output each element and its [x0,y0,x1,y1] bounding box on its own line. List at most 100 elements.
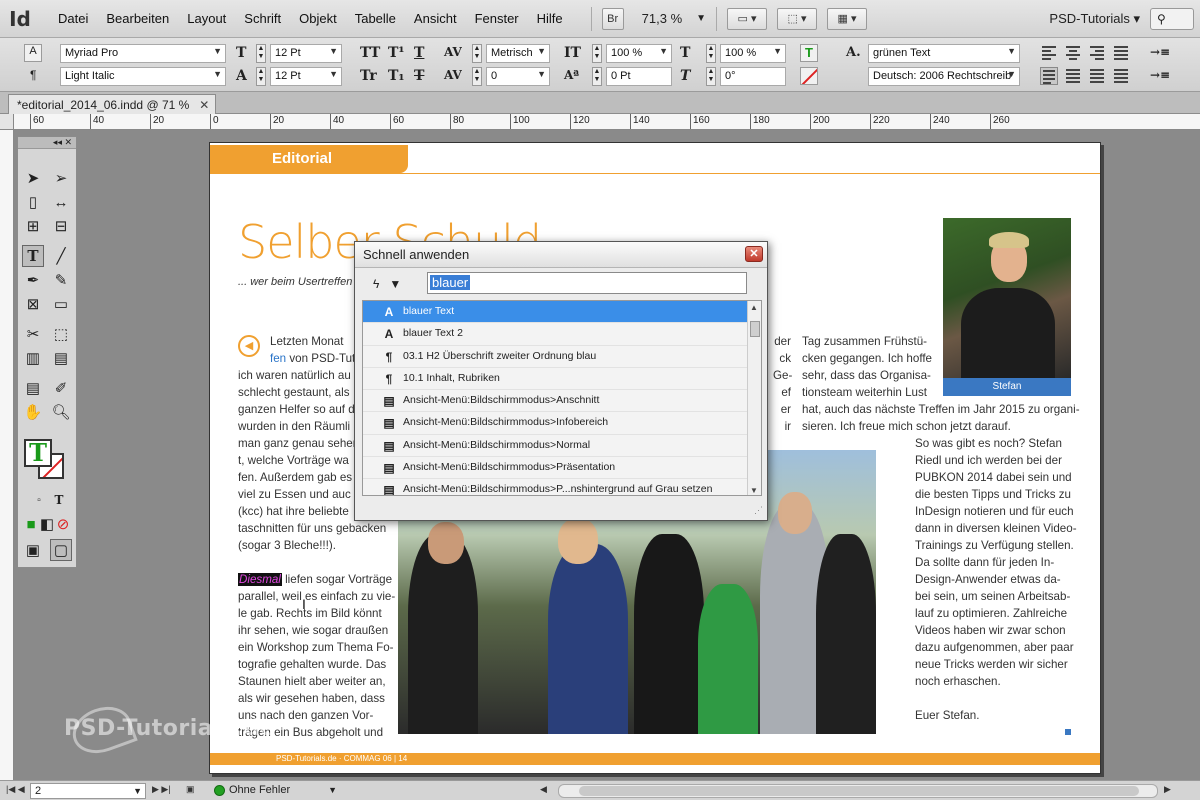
menu-objekt[interactable]: Objekt [299,11,337,26]
underline-icon[interactable]: T [414,45,424,61]
first-line-indent-icon[interactable]: →≡ [1150,68,1170,82]
gap-tool-icon[interactable]: ↔ [50,191,72,213]
subheadline[interactable]: ... wer beim Usertreffen [238,276,352,288]
view-options-button[interactable]: ▭ ▾ [727,7,768,30]
gradient-swatch-tool-icon[interactable]: ▥ [22,347,44,369]
justify-right-icon[interactable] [1088,67,1106,85]
portrait-photo[interactable] [943,218,1071,378]
leading-stepper[interactable]: ▲ ▼ [256,67,266,86]
chevron-down-icon[interactable]: ▼ [389,277,401,291]
formatting-container-icon[interactable]: ▫ [28,489,50,511]
vertical-scale-field[interactable]: 100 % ▼ [606,44,672,63]
menu-fenster[interactable]: Fenster [475,11,519,26]
resize-grip-icon[interactable]: ⋰ [754,505,763,516]
vertical-scale-stepper[interactable]: ▲ ▼ [592,44,602,63]
line-tool-icon[interactable]: ╱ [50,245,72,267]
horizontal-scale-stepper[interactable]: ▲ ▼ [706,44,716,63]
kerning-field[interactable]: Metrisch ▼ [486,44,550,63]
formatting-text-icon[interactable]: T [48,489,70,511]
horizontal-ruler[interactable]: 60 40 20 0 20 40 60 80 100 120 140 160 180 200 220 240 2… [14,114,1200,130]
scrollbar-thumb[interactable] [750,321,760,337]
horizontal-scale-field[interactable]: 100 % ▼ [720,44,786,63]
result-item[interactable]: ▤ Ansicht-Menü:Bildschirmmodus>Präsentati… [363,457,747,480]
content-collector-icon[interactable]: ⊞ [22,215,44,237]
screen-mode-button[interactable]: ⬚ ▾ [777,7,818,30]
dialog-title[interactable]: Schnell anwenden [355,242,767,268]
direct-selection-tool-icon[interactable]: ➢ [50,167,72,189]
scroll-left-icon[interactable]: ◀ [540,784,547,795]
fill-stroke-widget[interactable]: T [24,439,68,483]
result-item[interactable]: Ablauer Text [363,301,747,324]
quick-apply-search-input[interactable]: blauer [427,272,747,294]
lightning-icon[interactable]: ϟ [373,277,379,291]
tracking-field[interactable]: 0 ▼ [486,67,550,86]
close-icon[interactable]: ✕ [745,246,763,262]
character-mode-icon[interactable]: A [24,44,42,62]
zoom-tool-icon[interactable]: 🔍︎ [50,401,72,423]
body-column-1[interactable]: Letzten Monat fen von PSD-Tuto [270,333,362,367]
preflight-status[interactable]: Ohne Fehler ▼ [214,784,337,796]
menu-layout[interactable]: Layout [187,11,226,26]
strikethrough-icon[interactable]: T [414,68,424,84]
document-tab[interactable]: *editorial_2014_06.indd @ 71 % ✕ [8,94,217,114]
vertical-ruler[interactable] [0,130,14,780]
language-field[interactable]: Deutsch: 2006 Rechtschreib ▼ [868,67,1020,86]
align-left-icon[interactable] [1040,44,1058,62]
menu-datei[interactable]: Datei [58,11,88,26]
tools-panel-header[interactable]: ◂◂ ✕ [18,137,76,149]
justify-center-icon[interactable] [1064,67,1082,85]
leading-field[interactable]: 12 Pt ▼ [270,67,342,86]
result-item[interactable]: ¶ 10.1 Inhalt, Rubriken [363,367,747,391]
rectangle-tool-icon[interactable]: ▭ [50,293,72,315]
zoom-level[interactable]: 71,3 % [642,11,682,26]
results-scrollbar[interactable]: ▲ ▼ [747,301,761,495]
menu-ansicht[interactable]: Ansicht [414,11,457,26]
page-nav-icon[interactable]: ▣ [186,784,195,795]
content-placer-icon[interactable]: ⊟ [50,215,72,237]
apply-none-icon[interactable]: ⊘ [52,513,74,535]
scroll-down-icon[interactable]: ▼ [750,486,758,495]
justify-left-icon[interactable] [1040,67,1058,85]
text-frame-port[interactable] [1065,729,1071,735]
font-size-field[interactable]: 12 Pt ▼ [270,44,342,63]
scroll-up-icon[interactable]: ▲ [750,303,758,312]
type-tool-icon[interactable]: T [22,245,44,267]
justify-all-icon[interactable] [1112,67,1130,85]
result-item[interactable]: ▤ Ansicht-Menü:Bildschirmmodus>Infobereic… [363,412,747,435]
bridge-button[interactable]: Br [601,7,624,30]
subscript-icon[interactable]: T₁ [388,68,405,84]
paragraph-mode-icon[interactable]: ¶ [30,68,36,82]
menu-bearbeiten[interactable]: Bearbeiten [106,11,169,26]
normal-view-mode-icon[interactable]: ▣ [22,539,44,561]
small-caps-icon[interactable]: Tr [360,68,377,84]
body-column-4[interactable]: So was gibt es noch? Stefan Riedl und ic… [915,435,1077,724]
result-item[interactable]: ▤ Ansicht-Menü:Bildschirmmodus>Normal [363,434,747,458]
ruler-origin[interactable] [0,114,14,130]
page-tool-icon[interactable]: ▯ [22,191,44,213]
result-item[interactable]: ▤ Ansicht-Menü:Bildschirmmodus>P...nshint… [363,479,747,495]
body-column-2-edge[interactable]: der ck Ge- ef er ir [773,333,792,435]
gradient-feather-tool-icon[interactable]: ▤ [50,347,72,369]
baseline-shift-stepper[interactable]: ▲ ▼ [592,67,602,86]
baseline-shift-field[interactable]: 0 Pt [606,67,672,86]
menu-tabelle[interactable]: Tabelle [355,11,396,26]
next-page-icon[interactable]: ▶ ▶| [152,784,171,795]
horizontal-scrollbar[interactable] [558,784,1158,798]
align-right-icon[interactable] [1088,44,1106,62]
page-number-field[interactable]: 2 ▼ [30,783,146,799]
pencil-tool-icon[interactable]: ✎ [50,269,72,291]
all-caps-icon[interactable]: TT [360,45,380,61]
selection-tool-icon[interactable]: ➤ [22,167,44,189]
result-item[interactable]: ▤ Ansicht-Menü:Bildschirmmodus>Anschnitt [363,390,747,413]
font-family-field[interactable]: Myriad Pro ▼ [60,44,226,63]
search-box[interactable]: ⚲ [1150,8,1194,30]
note-tool-icon[interactable]: ▤ [22,377,44,399]
skew-stepper[interactable]: ▲ ▼ [706,67,716,86]
superscript-icon[interactable]: T¹ [388,45,405,61]
skew-field[interactable]: 0° [720,67,786,86]
font-size-stepper[interactable]: ▲ ▼ [256,44,266,63]
eyedropper-tool-icon[interactable]: ✐ [50,377,72,399]
tracking-stepper[interactable]: ▲ ▼ [472,67,482,86]
result-item[interactable]: Ablauer Text 2 [363,323,747,346]
menu-hilfe[interactable]: Hilfe [537,11,563,26]
